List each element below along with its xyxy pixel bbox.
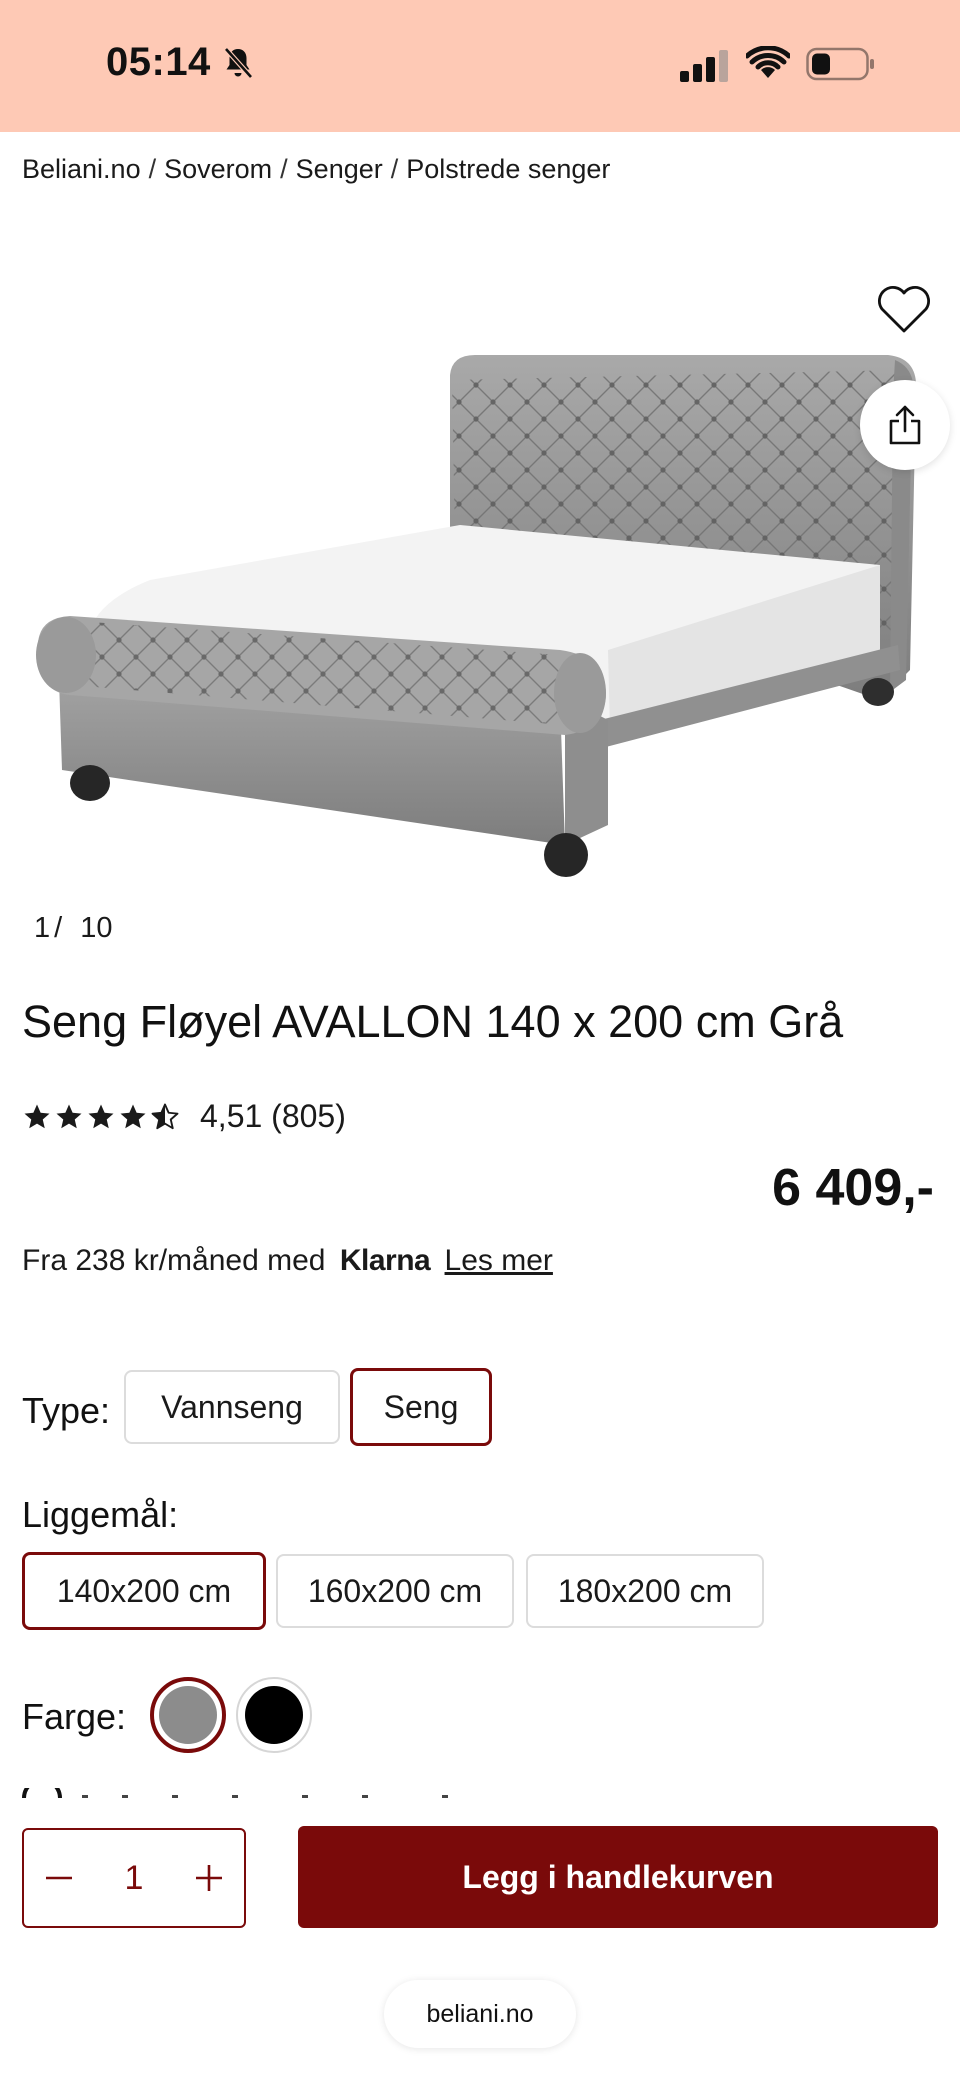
color-label: Farge: bbox=[22, 1696, 127, 1737]
breadcrumb-item-soverom[interactable]: Soverom bbox=[164, 154, 272, 184]
breadcrumb-separator: / bbox=[148, 154, 157, 184]
rating-text: 4,51 (805) bbox=[200, 1098, 346, 1134]
quantity-stepper: 1 bbox=[22, 1828, 246, 1928]
star-full-icon bbox=[120, 1104, 146, 1128]
star-full-icon bbox=[88, 1104, 114, 1128]
share-button[interactable] bbox=[860, 380, 950, 470]
quantity-value[interactable]: 1 bbox=[125, 1859, 144, 1898]
partially-hidden-row bbox=[22, 1788, 448, 1798]
rating-stars bbox=[22, 1102, 180, 1132]
star-full-icon bbox=[24, 1104, 50, 1128]
signal-icon bbox=[680, 50, 728, 82]
image-counter-current: 1 bbox=[34, 912, 51, 944]
klarna-financing: Fra 238 kr/måned med Klarna Les mer bbox=[22, 1244, 553, 1278]
wifi-icon bbox=[746, 46, 790, 78]
quantity-decrease-button[interactable] bbox=[42, 1861, 76, 1895]
image-counter-separator: / bbox=[54, 912, 63, 944]
minus-icon bbox=[46, 1876, 72, 1880]
favorite-button[interactable] bbox=[876, 284, 932, 336]
color-swatch-grey-fill bbox=[159, 1686, 217, 1744]
size-option-140x200[interactable]: 140x200 cm bbox=[22, 1552, 266, 1630]
add-to-cart-button[interactable]: Legg i handlekurven bbox=[298, 1826, 938, 1928]
product-price: 6 409,- bbox=[772, 1159, 934, 1217]
quantity-increase-button[interactable] bbox=[192, 1861, 226, 1895]
browser-url-bar[interactable]: beliani.no bbox=[384, 1980, 576, 2048]
klarna-logo: Klarna bbox=[339, 1244, 431, 1277]
color-swatch-black-fill bbox=[245, 1686, 303, 1744]
breadcrumb-separator: / bbox=[390, 154, 399, 184]
breadcrumb-item-home[interactable]: Beliani.no bbox=[22, 154, 141, 184]
size-label: Liggemål: bbox=[22, 1494, 179, 1535]
plus-icon bbox=[195, 1865, 222, 1891]
star-half-icon bbox=[151, 1103, 179, 1129]
size-option-180x200[interactable]: 180x200 cm bbox=[526, 1554, 764, 1628]
klarna-prefix: Fra 238 kr/måned med bbox=[22, 1244, 326, 1277]
product-title: Seng Fløyel AVALLON 140 x 200 cm Grå bbox=[22, 996, 844, 1047]
status-bar: 05:14 bbox=[0, 0, 960, 132]
breadcrumb-item-senger[interactable]: Senger bbox=[296, 154, 383, 184]
battery-icon bbox=[806, 47, 874, 81]
breadcrumb: Beliani.no / Soverom / Senger / Polstrede seng… bbox=[22, 154, 610, 185]
type-option-seng[interactable]: Seng bbox=[350, 1368, 492, 1446]
type-label: Type: bbox=[22, 1390, 111, 1431]
product-rating[interactable]: 4,51 (805) bbox=[22, 1098, 346, 1135]
heart-icon bbox=[878, 286, 930, 333]
share-icon bbox=[889, 405, 921, 445]
color-swatch-grey[interactable] bbox=[150, 1677, 226, 1753]
color-swatch-black[interactable] bbox=[236, 1677, 312, 1753]
klarna-read-more-link[interactable]: Les mer bbox=[445, 1244, 553, 1277]
image-counter: 1/ 10 bbox=[34, 912, 112, 945]
type-option-vannseng[interactable]: Vannseng bbox=[124, 1370, 340, 1444]
product-image[interactable] bbox=[0, 300, 960, 900]
breadcrumb-separator: / bbox=[280, 154, 288, 184]
size-option-160x200[interactable]: 160x200 cm bbox=[276, 1554, 514, 1628]
breadcrumb-item-polstrede-senger[interactable]: Polstrede senger bbox=[406, 154, 610, 184]
image-counter-total: 10 bbox=[80, 912, 113, 944]
status-time: 05:14 bbox=[106, 40, 211, 84]
bell-slash-icon bbox=[224, 47, 253, 79]
star-full-icon bbox=[56, 1104, 82, 1128]
